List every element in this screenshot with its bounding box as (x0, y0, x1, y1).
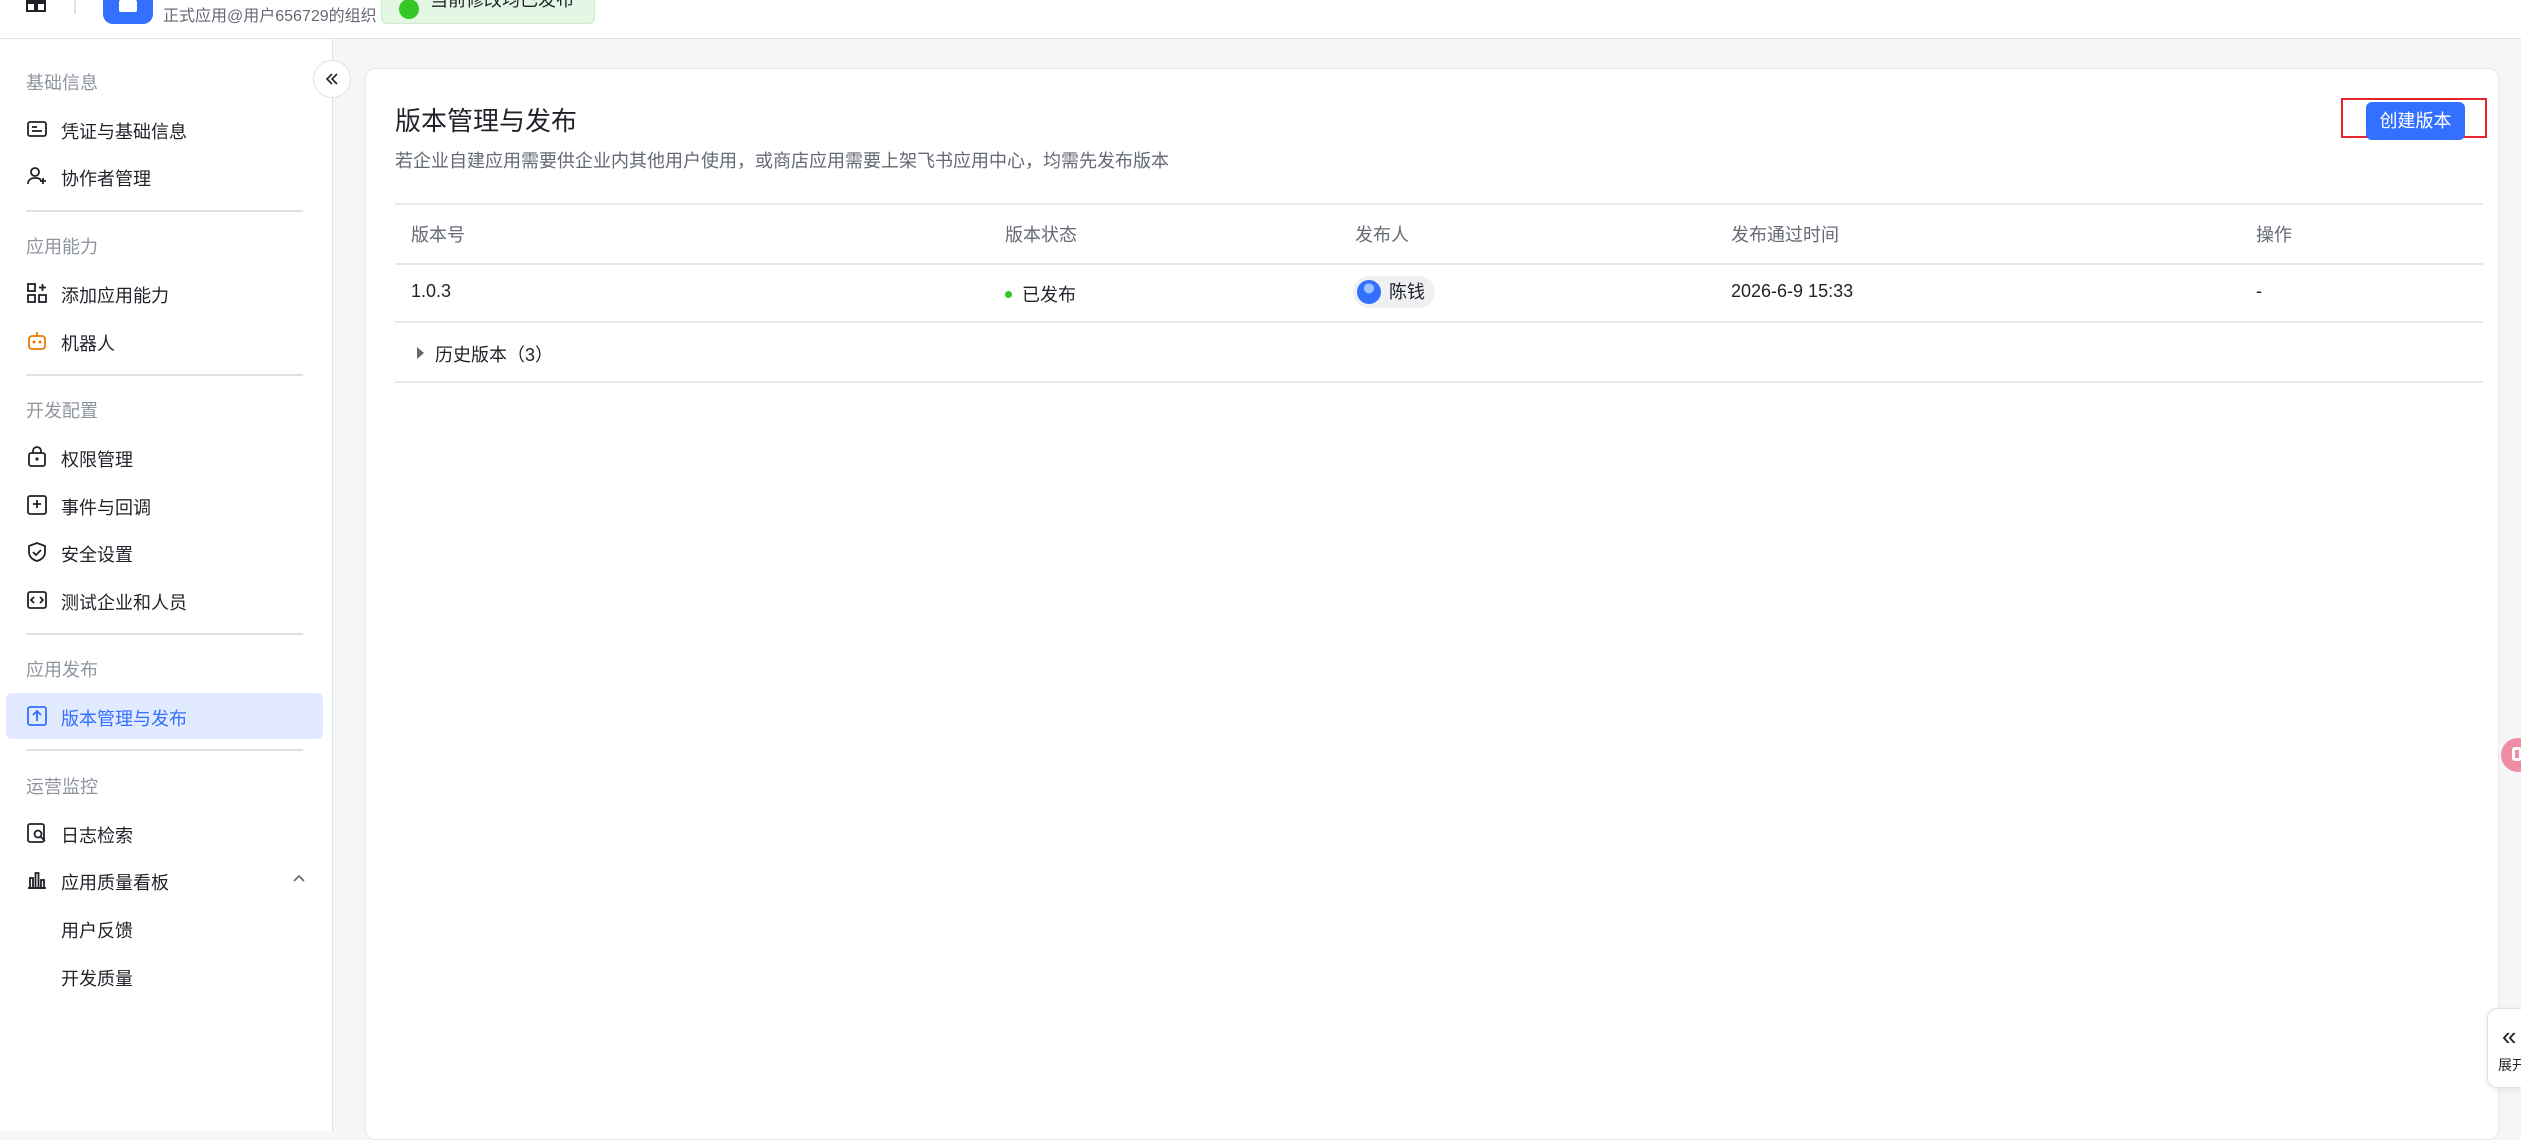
publisher-name: 陈钱 (1389, 282, 1425, 302)
column-header: 版本状态 (1005, 225, 1077, 245)
top-bar: 正式应用@用户656729的组织 当前修改均已发布 (0, 0, 2521, 39)
create-version-button[interactable]: 创建版本 (2366, 102, 2465, 140)
sidebar-item-security[interactable]: 安全设置 (6, 529, 323, 575)
sidebar-group-title: 应用发布 (26, 660, 98, 680)
sidebar-item-quality-board[interactable]: 应用质量看板 (6, 857, 323, 903)
sidebar-item-label: 日志检索 (61, 826, 133, 846)
column-header: 发布人 (1355, 225, 1409, 245)
code-box-icon (27, 591, 47, 609)
history-versions-label: 历史版本（3） (435, 345, 554, 365)
sidebar-item-label: 添加应用能力 (61, 286, 169, 306)
sidebar-group-title: 开发配置 (26, 401, 98, 421)
sidebar-group-title: 应用能力 (26, 237, 98, 257)
sidebar: 基础信息 凭证与基础信息 协作者管理 应用能力 添加应用能力 机器人 开发配置 … (0, 39, 333, 1131)
app-subtitle: 正式应用@用户656729的组织 (163, 8, 377, 25)
sidebar-item-label: 安全设置 (61, 545, 133, 565)
double-chevron-left-icon (325, 73, 338, 85)
sidebar-item-permissions[interactable]: 权限管理 (6, 434, 323, 480)
table-row: 1.0.3 已发布 陈钱 2026-6-9 15:33 - (395, 263, 2483, 323)
sidebar-item-label: 凭证与基础信息 (61, 122, 187, 142)
status-dot-icon (1005, 290, 1012, 298)
app-logo-icon[interactable] (103, 0, 153, 24)
check-circle-icon (399, 0, 419, 19)
lock-bag-icon (28, 446, 46, 467)
sidebar-divider (26, 210, 303, 212)
sidebar-item-label: 测试企业和人员 (61, 593, 187, 613)
sidebar-collapse-button[interactable] (313, 60, 351, 98)
sidebar-group-title: 运营监控 (26, 777, 98, 797)
shield-icon (28, 542, 46, 562)
log-search-icon (27, 823, 46, 843)
apps-add-icon (27, 283, 47, 303)
assistant-float-icon[interactable] (2501, 738, 2521, 772)
version-status: 已发布 (1005, 281, 1076, 307)
caret-right-icon (417, 347, 424, 359)
row-action: - (2256, 281, 2262, 301)
sidebar-divider (26, 374, 303, 376)
page-title: 版本管理与发布 (395, 106, 578, 136)
double-chevron-left-icon: « (2502, 1021, 2517, 1051)
sidebar-item-robot[interactable]: 机器人 (6, 318, 323, 364)
robot-icon (28, 332, 46, 350)
history-versions-toggle[interactable]: 历史版本（3） (395, 323, 2483, 383)
publish-time: 2026-6-9 15:33 (1731, 281, 1854, 301)
chevron-up-icon[interactable] (291, 871, 307, 887)
event-icon (27, 495, 47, 515)
publisher-chip[interactable]: 陈钱 (1353, 276, 1435, 308)
avatar (1357, 280, 1381, 304)
column-header: 版本号 (411, 225, 465, 245)
sidebar-item-label: 权限管理 (61, 450, 133, 470)
sidebar-item-credentials[interactable]: 凭证与基础信息 (6, 106, 323, 152)
page-description: 若企业自建应用需要供企业内其他用户使用，或商店应用需要上架飞书应用中心，均需先发… (395, 151, 1169, 171)
sidebar-divider (26, 749, 303, 751)
sidebar-item-add-capability[interactable]: 添加应用能力 (6, 270, 323, 316)
sidebar-group-title: 基础信息 (26, 73, 98, 93)
table-header: 版本号 版本状态 发布人 发布通过时间 操作 (395, 203, 2483, 265)
publish-status-badge: 当前修改均已发布 (381, 0, 595, 24)
expand-panel-tab[interactable]: « 展开 (2487, 1008, 2521, 1088)
sidebar-item-user-feedback[interactable]: 用户反馈 (6, 905, 323, 951)
sidebar-item-label: 用户反馈 (61, 921, 133, 941)
column-header: 发布通过时间 (1731, 225, 1839, 245)
sidebar-item-label: 开发质量 (61, 969, 133, 989)
upload-box-icon (27, 706, 47, 726)
credential-icon (27, 121, 47, 137)
sidebar-divider (26, 633, 303, 635)
sidebar-item-version-release[interactable]: 版本管理与发布 (6, 693, 323, 739)
main-card: 版本管理与发布 若企业自建应用需要供企业内其他用户使用，或商店应用需要上架飞书应… (365, 68, 2499, 1140)
column-header: 操作 (2256, 225, 2292, 245)
sidebar-item-events[interactable]: 事件与回调 (6, 482, 323, 528)
sidebar-item-label: 协作者管理 (61, 169, 151, 189)
sidebar-item-collaborators[interactable]: 协作者管理 (6, 153, 323, 199)
version-number: 1.0.3 (411, 281, 452, 301)
user-add-icon (27, 167, 46, 185)
version-status-text: 已发布 (1022, 285, 1076, 305)
bar-chart-icon (28, 872, 46, 889)
sidebar-item-dev-quality[interactable]: 开发质量 (6, 953, 323, 999)
sidebar-item-test-users[interactable]: 测试企业和人员 (6, 577, 323, 623)
sidebar-item-label: 版本管理与发布 (61, 709, 187, 729)
sidebar-item-label: 机器人 (61, 334, 115, 354)
publish-status-text: 当前修改均已发布 (430, 0, 574, 10)
top-divider (74, 0, 76, 14)
sidebar-item-label: 应用质量看板 (61, 873, 169, 893)
sidebar-item-label: 事件与回调 (61, 498, 151, 518)
home-grid-icon[interactable] (24, 0, 48, 14)
sidebar-item-log-search[interactable]: 日志检索 (6, 810, 323, 856)
expand-label: 展开 (2498, 1057, 2521, 1073)
